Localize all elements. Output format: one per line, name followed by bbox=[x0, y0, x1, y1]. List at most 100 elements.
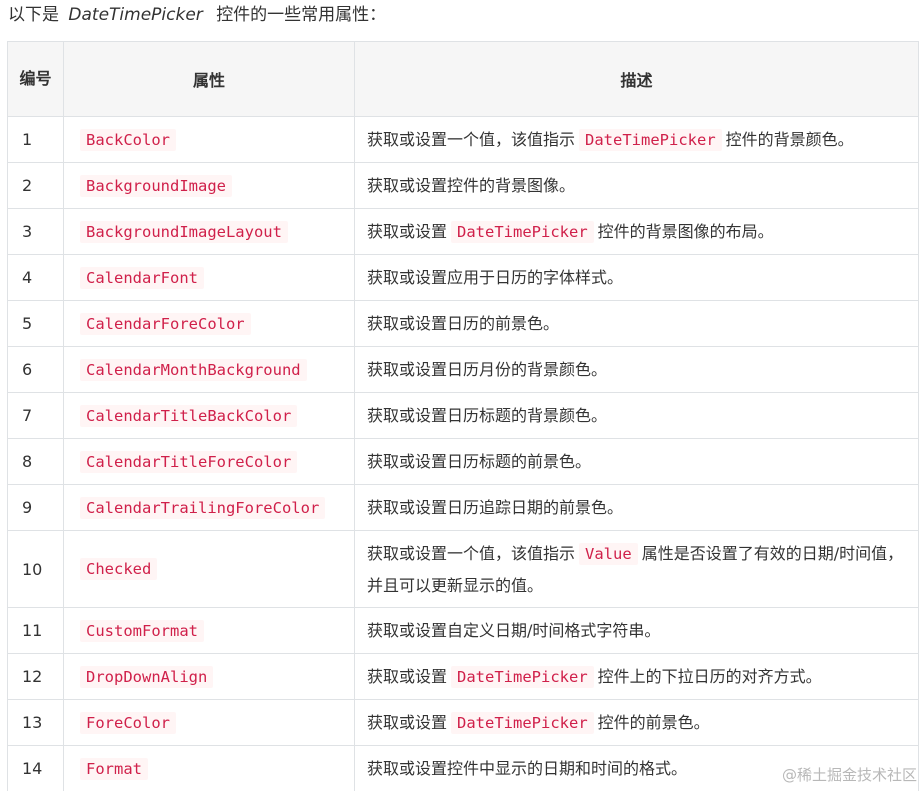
intro-class-name: DateTimePicker bbox=[68, 5, 203, 25]
property-name: Checked bbox=[80, 558, 158, 580]
description-text: 控件的前景色。 bbox=[597, 712, 710, 732]
table-body: 1 BackColor 获取或设置一个值，该值指示 DateTimePicker 控件的… bbox=[7, 116, 919, 791]
table-row: 2 BackgroundImage 获取或设置控件的背景图像。 bbox=[7, 162, 919, 209]
row-property-cell: BackColor bbox=[63, 116, 355, 163]
description-text: 获取或设置日历标题的背景颜色。 bbox=[367, 406, 608, 425]
row-number: 10 bbox=[7, 530, 64, 608]
table-row: 8 CalendarTitleForeColor 获取或设置日历标题的前景色。 bbox=[7, 438, 919, 485]
row-number: 11 bbox=[7, 607, 64, 654]
row-property-cell: CalendarTrailingForeColor bbox=[63, 484, 355, 531]
table-row: 3 BackgroundImageLayout 获取或设置 DateTimePicke… bbox=[7, 208, 919, 255]
description-text: 获取或设置日历追踪日期的前景色。 bbox=[367, 498, 624, 517]
property-name: CalendarFont bbox=[80, 266, 204, 289]
row-description: 获取或设置日历的前景色。 bbox=[354, 300, 919, 347]
row-description: 获取或设置控件的背景图像。 bbox=[354, 162, 919, 209]
inline-code: DateTimePicker bbox=[451, 711, 594, 734]
property-name: Format bbox=[80, 757, 148, 780]
row-number: 4 bbox=[7, 254, 64, 301]
inline-code: Value bbox=[579, 542, 638, 565]
description-text: 获取或设置 bbox=[367, 221, 448, 241]
row-number: 5 bbox=[7, 300, 64, 347]
row-number: 6 bbox=[7, 346, 64, 393]
description-text: 控件上的下拉日历的对齐方式。 bbox=[597, 666, 822, 686]
description-text: 获取或设置 bbox=[367, 712, 448, 732]
row-number: 2 bbox=[7, 162, 64, 209]
property-name: BackgroundImage bbox=[80, 174, 232, 197]
row-number: 13 bbox=[7, 699, 64, 746]
row-property-cell: CalendarForeColor bbox=[63, 300, 355, 347]
row-property-cell: BackgroundImageLayout bbox=[63, 208, 355, 255]
table-row: 10 Checked 获取或设置一个值，该值指示 Value 属性是否设置了有效的日期/… bbox=[7, 530, 919, 608]
row-description: 获取或设置日历追踪日期的前景色。 bbox=[354, 484, 919, 531]
property-name: DropDownAlign bbox=[80, 665, 214, 688]
description-text: 获取或设置控件中显示的日期和时间的格式。 bbox=[367, 759, 688, 778]
row-number: 14 bbox=[7, 745, 64, 791]
description-text: 获取或设置自定义日期/时间格式字符串。 bbox=[367, 621, 661, 640]
intro-prefix: 以下是 bbox=[8, 5, 59, 25]
property-name: BackColor bbox=[80, 128, 176, 151]
description-text: 获取或设置一个值，该值指示 bbox=[367, 129, 576, 149]
description-text: 获取或设置控件的背景图像。 bbox=[367, 176, 576, 195]
header-description: 描述 bbox=[354, 41, 919, 117]
property-name: CalendarForeColor bbox=[80, 312, 251, 335]
row-description: 获取或设置一个值，该值指示 Value 属性是否设置了有效的日期/时间值，并且可以更… bbox=[354, 530, 919, 608]
description-text: 控件的背景图像的布局。 bbox=[597, 221, 774, 241]
row-description: 获取或设置 DateTimePicker 控件上的下拉日历的对齐方式。 bbox=[354, 653, 919, 700]
row-number: 12 bbox=[7, 653, 64, 700]
table-row: 7 CalendarTitleBackColor 获取或设置日历标题的背景颜色。 bbox=[7, 392, 919, 439]
property-name: CalendarTitleBackColor bbox=[80, 404, 298, 427]
property-name: CalendarMonthBackground bbox=[80, 358, 307, 381]
table-row: 4 CalendarFont 获取或设置应用于日历的字体样式。 bbox=[7, 254, 919, 301]
intro-text: 以下是 DateTimePicker 控件的一些常用属性： bbox=[8, 0, 386, 34]
row-property-cell: BackgroundImage bbox=[63, 162, 355, 209]
row-property-cell: ForeColor bbox=[63, 699, 355, 746]
header-number: 编号 bbox=[7, 41, 64, 117]
row-description: 获取或设置 DateTimePicker 控件的前景色。 bbox=[354, 699, 919, 746]
description-text: 获取或设置 bbox=[367, 666, 448, 686]
property-name: CustomFormat bbox=[80, 619, 204, 642]
row-description: 获取或设置 DateTimePicker 控件的背景图像的布局。 bbox=[354, 208, 919, 255]
row-description: 获取或设置应用于日历的字体样式。 bbox=[354, 254, 919, 301]
table-row: 5 CalendarForeColor 获取或设置日历的前景色。 bbox=[7, 300, 919, 347]
description-text: 获取或设置日历的前景色。 bbox=[367, 314, 560, 333]
row-property-cell: CalendarMonthBackground bbox=[63, 346, 355, 393]
table-row: 12 DropDownAlign 获取或设置 DateTimePicker 控件上的下拉… bbox=[7, 653, 919, 700]
row-description: 获取或设置一个值，该值指示 DateTimePicker 控件的背景颜色。 bbox=[354, 116, 919, 163]
row-property-cell: CalendarFont bbox=[63, 254, 355, 301]
description-text: 获取或设置日历标题的前景色。 bbox=[367, 452, 592, 471]
table-row: 11 CustomFormat 获取或设置自定义日期/时间格式字符串。 bbox=[7, 607, 919, 654]
row-number: 1 bbox=[7, 116, 64, 163]
description-text: 获取或设置一个值，该值指示 bbox=[367, 543, 576, 563]
watermark: @稀土掘金技术社区 bbox=[781, 766, 917, 784]
table-row: 13 ForeColor 获取或设置 DateTimePicker 控件的前景色。 bbox=[7, 699, 919, 746]
table-header-row: 编号 属性 描述 bbox=[7, 41, 919, 117]
row-description: 获取或设置日历月份的背景颜色。 bbox=[354, 346, 919, 393]
property-name: BackgroundImageLayout bbox=[80, 220, 288, 243]
properties-table: 编号 属性 描述 1 BackColor 获取或设置一个值，该值指示 DateTime… bbox=[7, 41, 919, 791]
row-number: 9 bbox=[7, 484, 64, 531]
property-name: CalendarTrailingForeColor bbox=[80, 496, 326, 519]
row-number: 7 bbox=[7, 392, 64, 439]
property-name: ForeColor bbox=[80, 711, 176, 734]
row-description: 获取或设置日历标题的前景色。 bbox=[354, 438, 919, 485]
row-property-cell: Checked bbox=[63, 530, 355, 608]
inline-code: DateTimePicker bbox=[451, 665, 594, 688]
row-description: 获取或设置自定义日期/时间格式字符串。 bbox=[354, 607, 919, 654]
table-row: 1 BackColor 获取或设置一个值，该值指示 DateTimePicker 控件的… bbox=[7, 116, 919, 163]
property-name: CalendarTitleForeColor bbox=[80, 450, 298, 473]
intro-suffix: 控件的一些常用属性： bbox=[216, 5, 387, 25]
row-property-cell: DropDownAlign bbox=[63, 653, 355, 700]
row-number: 3 bbox=[7, 208, 64, 255]
inline-code: DateTimePicker bbox=[451, 220, 594, 243]
row-property-cell: CalendarTitleBackColor bbox=[63, 392, 355, 439]
row-number: 8 bbox=[7, 438, 64, 485]
inline-code: DateTimePicker bbox=[579, 128, 722, 151]
table-row: 9 CalendarTrailingForeColor 获取或设置日历追踪日期的前景… bbox=[7, 484, 919, 531]
table-row: 6 CalendarMonthBackground 获取或设置日历月份的背景颜色。 bbox=[7, 346, 919, 393]
description-text: 获取或设置应用于日历的字体样式。 bbox=[367, 268, 624, 287]
row-description: 获取或设置日历标题的背景颜色。 bbox=[354, 392, 919, 439]
row-property-cell: CustomFormat bbox=[63, 607, 355, 654]
header-property: 属性 bbox=[63, 41, 355, 117]
row-property-cell: CalendarTitleForeColor bbox=[63, 438, 355, 485]
row-property-cell: Format bbox=[63, 745, 355, 791]
